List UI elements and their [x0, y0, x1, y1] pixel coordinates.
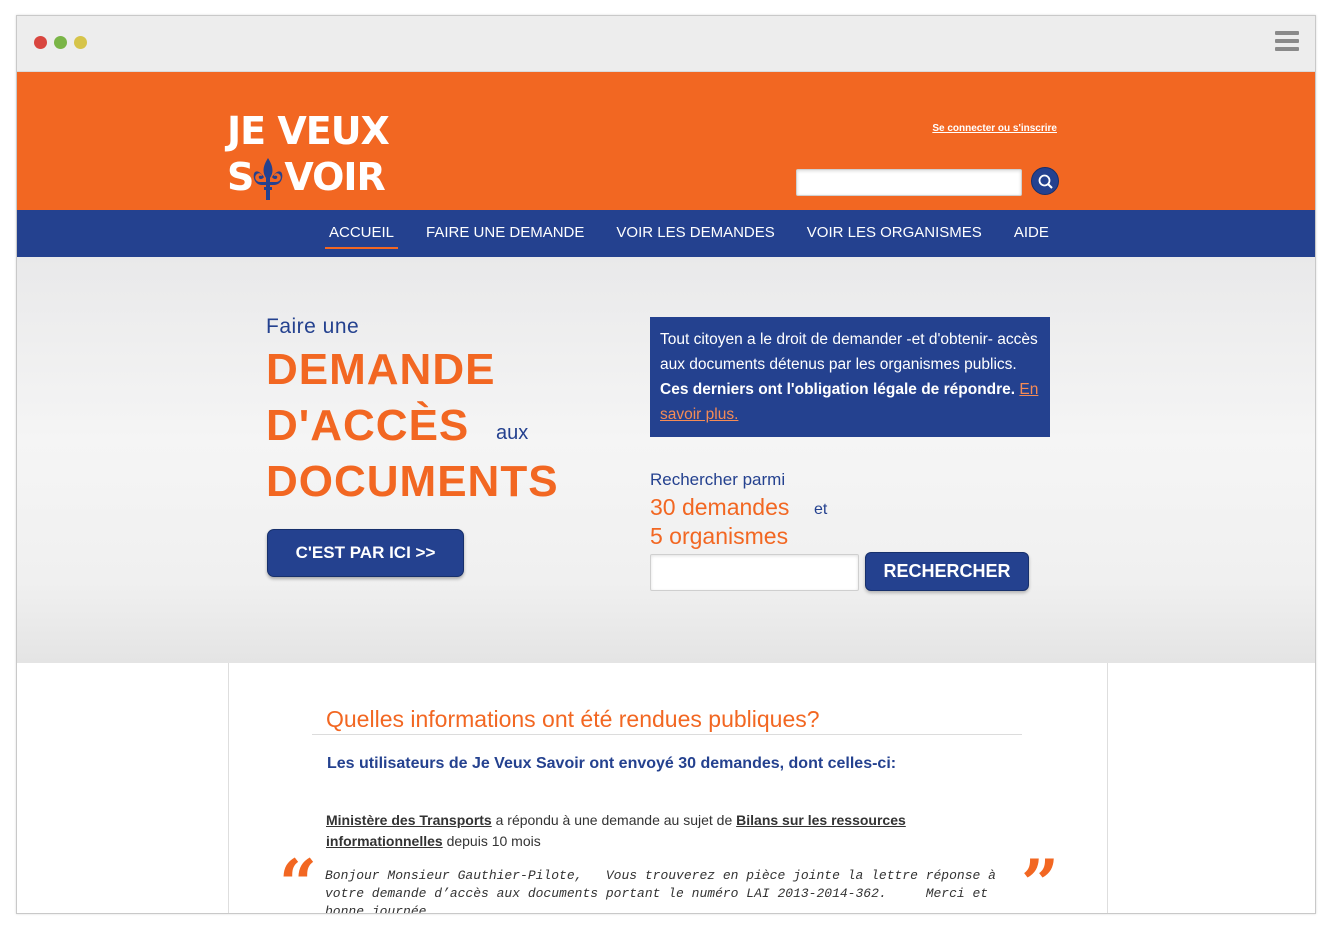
nav-item-voir-les-organismes[interactable]: VOIR LES ORGANISMES: [803, 220, 986, 247]
browser-chrome: [17, 16, 1315, 72]
search-et: et: [814, 501, 828, 518]
hero-title-line1: DEMANDE: [266, 345, 496, 394]
hero-section: Faire une DEMANDE D'ACCÈS aux DOCUMENTS …: [17, 257, 1315, 663]
hamburger-icon[interactable]: [1275, 31, 1299, 53]
hero-title-line2: D'ACCÈS: [266, 401, 470, 450]
logo-line1: JE VEUX: [227, 109, 390, 153]
logo-line2-end: VOIR: [284, 155, 385, 199]
info-bold-text: Ces derniers ont l'obligation légale de …: [660, 381, 1016, 398]
site-header: JE VEUX S VOIR Se connecter ou s'inscrir…: [17, 72, 1315, 210]
zoom-window-button[interactable]: [74, 36, 87, 49]
organisms-count: 5 organismes: [650, 523, 789, 549]
hero-title-line3: DOCUMENTS: [266, 457, 559, 506]
request-age: depuis 10 mois: [442, 833, 541, 849]
section-subtitle: Les utilisateurs de Je Veux Savoir ont e…: [327, 755, 897, 772]
search-button[interactable]: RECHERCHER: [865, 552, 1029, 591]
quote-close-icon: ”: [1021, 845, 1059, 914]
browser-window: JE VEUX S VOIR Se connecter ou s'inscrir…: [16, 15, 1316, 914]
nav-item-accueil[interactable]: ACCUEIL: [325, 220, 399, 249]
request-mid-text: a répondu à une demande au sujet de: [491, 812, 737, 828]
organism-link[interactable]: Ministère des Transports: [326, 812, 492, 828]
search-intro: Rechercher parmi: [650, 470, 786, 489]
hero-pre-title: Faire une: [266, 315, 360, 338]
request-quote: Bonjour Monsieur Gauthier-Pilote, Vous t…: [325, 868, 1004, 914]
header-search-button[interactable]: [1031, 167, 1059, 195]
quote-open-icon: “: [279, 845, 317, 914]
close-window-button[interactable]: [34, 36, 47, 49]
info-box: Tout citoyen a le droit de demander -et …: [650, 317, 1050, 437]
request-summary: Ministère des Transports a répondu à une…: [326, 810, 926, 852]
nav-item-voir-les-demandes[interactable]: VOIR LES DEMANDES: [612, 220, 778, 247]
section-title: Quelles informations ont été rendues pub…: [326, 706, 820, 732]
cta-button[interactable]: C'EST PAR ICI >>: [267, 529, 464, 577]
info-text: Tout citoyen a le droit de demander -et …: [660, 331, 1038, 373]
nav-item-aide[interactable]: AIDE: [1010, 220, 1053, 247]
site-logo[interactable]: JE VEUX S VOIR: [227, 109, 390, 200]
header-search-input[interactable]: [796, 169, 1022, 196]
main-content: Quelles informations ont été rendues pub…: [228, 663, 1108, 914]
hero-title-aux: aux: [496, 422, 529, 444]
login-link[interactable]: Se connecter ou s'inscrire: [932, 123, 1057, 134]
fleur-de-lis-icon: [254, 158, 283, 200]
main-nav: ACCUEIL FAIRE UNE DEMANDE VOIR LES DEMAN…: [17, 210, 1315, 257]
hero-search-input[interactable]: [650, 554, 859, 591]
requests-count: 30 demandes: [650, 494, 790, 520]
logo-line2-start: S: [227, 155, 254, 199]
search-icon: [1038, 174, 1053, 189]
minimize-window-button[interactable]: [54, 36, 67, 49]
nav-item-faire-une-demande[interactable]: FAIRE UNE DEMANDE: [422, 220, 588, 247]
section-divider: [312, 734, 1022, 735]
